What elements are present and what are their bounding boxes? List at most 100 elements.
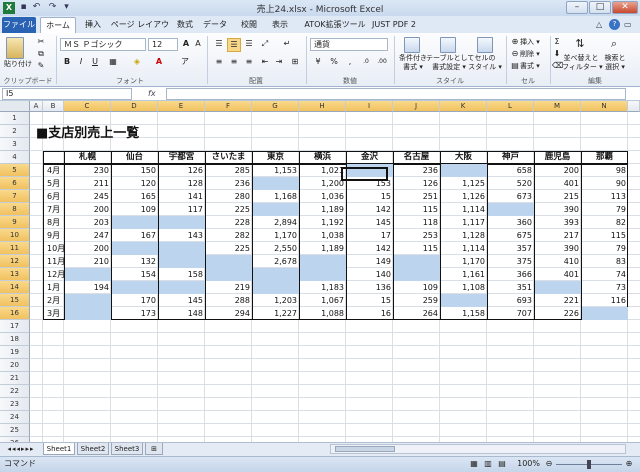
align-center-icon[interactable]: ≡: [227, 56, 241, 68]
tab-data[interactable]: データ: [203, 17, 227, 33]
blank-cell[interactable]: [65, 307, 111, 320]
blank-cell[interactable]: [582, 307, 628, 320]
table-cell[interactable]: 150: [112, 164, 158, 177]
table-cell[interactable]: 264: [394, 307, 440, 320]
blank-cell[interactable]: [112, 216, 158, 229]
conditional-format-button[interactable]: 条件付き 書式 ▾: [396, 54, 430, 72]
blank-cell[interactable]: [253, 177, 299, 190]
column-header[interactable]: N: [581, 101, 628, 112]
column-header[interactable]: L: [487, 101, 534, 112]
table-cell[interactable]: 693: [488, 294, 534, 307]
table-cell[interactable]: 126: [394, 177, 440, 190]
paste-icon[interactable]: [6, 37, 28, 61]
table-cell[interactable]: 1,038: [300, 229, 346, 242]
blank-cell[interactable]: [535, 281, 581, 294]
row-header[interactable]: 22: [0, 385, 30, 398]
clear-icon[interactable]: ⌫: [552, 60, 563, 72]
column-header[interactable]: B: [43, 101, 64, 112]
column-header[interactable]: E: [158, 101, 205, 112]
row-header[interactable]: 18: [0, 333, 30, 346]
table-cell[interactable]: 288: [206, 294, 252, 307]
font-size-select[interactable]: 12: [148, 38, 178, 51]
table-cell[interactable]: 351: [488, 281, 534, 294]
blank-cell[interactable]: [159, 216, 205, 229]
table-cell[interactable]: 1,117: [441, 216, 487, 229]
table-cell[interactable]: 251: [394, 190, 440, 203]
table-cell[interactable]: 142: [347, 203, 393, 216]
table-cell[interactable]: 145: [347, 216, 393, 229]
ribbon-collapse-icon[interactable]: △: [596, 20, 606, 30]
table-header-cell[interactable]: 神戸: [487, 151, 534, 164]
table-cell[interactable]: 120: [112, 177, 158, 190]
table-cell[interactable]: 1,189: [300, 203, 346, 216]
name-box[interactable]: I5: [2, 88, 132, 100]
table-cell[interactable]: 1,183: [300, 281, 346, 294]
view-page-break-icon[interactable]: ▤: [496, 458, 508, 470]
blank-cell[interactable]: [394, 255, 440, 268]
row-header[interactable]: 13: [0, 268, 30, 281]
table-cell[interactable]: 2,550: [253, 242, 299, 255]
table-cell[interactable]: 90: [582, 177, 628, 190]
sort-filter-button[interactable]: 並べ替えと フィルター ▾: [562, 54, 603, 72]
table-cell[interactable]: 1,203: [253, 294, 299, 307]
blank-cell[interactable]: [206, 255, 252, 268]
align-right-icon[interactable]: ≡: [242, 56, 256, 68]
format-as-table-icon[interactable]: [440, 37, 456, 53]
table-cell[interactable]: 148: [159, 307, 205, 320]
find-select-icon[interactable]: ⌕: [606, 36, 622, 52]
table-cell[interactable]: 280: [206, 190, 252, 203]
zoom-in-icon[interactable]: ⊕: [624, 458, 634, 470]
sort-filter-icon[interactable]: ⇅: [572, 36, 588, 52]
table-header-cell[interactable]: 札幌: [64, 151, 111, 164]
table-cell[interactable]: 132: [112, 255, 158, 268]
table-cell[interactable]: 115: [582, 229, 628, 242]
insert-sheet-icon[interactable]: ⊞: [145, 443, 163, 455]
align-left-icon[interactable]: ≡: [212, 56, 226, 68]
blank-cell[interactable]: [441, 164, 487, 177]
align-middle-icon[interactable]: ☰: [227, 38, 241, 52]
column-header[interactable]: G: [252, 101, 299, 112]
table-cell[interactable]: 115: [394, 242, 440, 255]
table-cell[interactable]: 210: [65, 255, 111, 268]
table-header-cell[interactable]: 鹿児島: [534, 151, 581, 164]
formula-input[interactable]: [166, 88, 626, 100]
italic-icon[interactable]: I: [75, 56, 87, 68]
format-as-table-button[interactable]: テーブルとして 書式設定 ▾: [426, 54, 474, 72]
table-cell[interactable]: 247: [65, 229, 111, 242]
decrease-indent-icon[interactable]: ⇤: [258, 56, 272, 68]
blank-cell[interactable]: [253, 281, 299, 294]
row-header[interactable]: 10: [0, 229, 30, 242]
row-header[interactable]: 8: [0, 203, 30, 216]
table-header-cell[interactable]: 名古屋: [393, 151, 440, 164]
tab-review[interactable]: 校閲: [238, 17, 260, 33]
table-cell[interactable]: 357: [488, 242, 534, 255]
zoom-level[interactable]: 100%: [512, 458, 540, 470]
table-cell[interactable]: 1,114: [441, 203, 487, 216]
table-cell[interactable]: 236: [394, 164, 440, 177]
table-cell[interactable]: 1,168: [253, 190, 299, 203]
sheet-tab-1[interactable]: Sheet1: [43, 443, 75, 455]
table-cell[interactable]: 1,125: [441, 177, 487, 190]
decrease-decimal-icon[interactable]: .00: [375, 56, 389, 68]
table-cell[interactable]: 128: [159, 177, 205, 190]
table-cell[interactable]: 1,114: [441, 242, 487, 255]
format-painter-icon[interactable]: ✎: [36, 60, 46, 72]
table-cell[interactable]: 1,036: [300, 190, 346, 203]
row-header[interactable]: 6: [0, 177, 30, 190]
row-header[interactable]: 2: [0, 125, 30, 138]
maximize-button[interactable]: □: [589, 1, 611, 14]
table-cell[interactable]: 16: [347, 307, 393, 320]
border-icon[interactable]: ▦: [106, 56, 120, 68]
fill-color-icon[interactable]: ◈: [130, 56, 144, 68]
table-cell[interactable]: 673: [488, 190, 534, 203]
sheet-nav-arrows-icon[interactable]: ◂◂◂▸▸▸: [3, 443, 39, 455]
table-cell[interactable]: 1,200: [300, 177, 346, 190]
row-header[interactable]: 23: [0, 398, 30, 411]
table-cell[interactable]: 217: [535, 229, 581, 242]
table-cell[interactable]: 73: [582, 281, 628, 294]
blank-cell[interactable]: [112, 281, 158, 294]
table-cell[interactable]: 149: [347, 255, 393, 268]
table-header-cell[interactable]: 大阪: [440, 151, 487, 164]
table-cell[interactable]: 79: [582, 242, 628, 255]
select-all-corner[interactable]: [0, 101, 30, 112]
